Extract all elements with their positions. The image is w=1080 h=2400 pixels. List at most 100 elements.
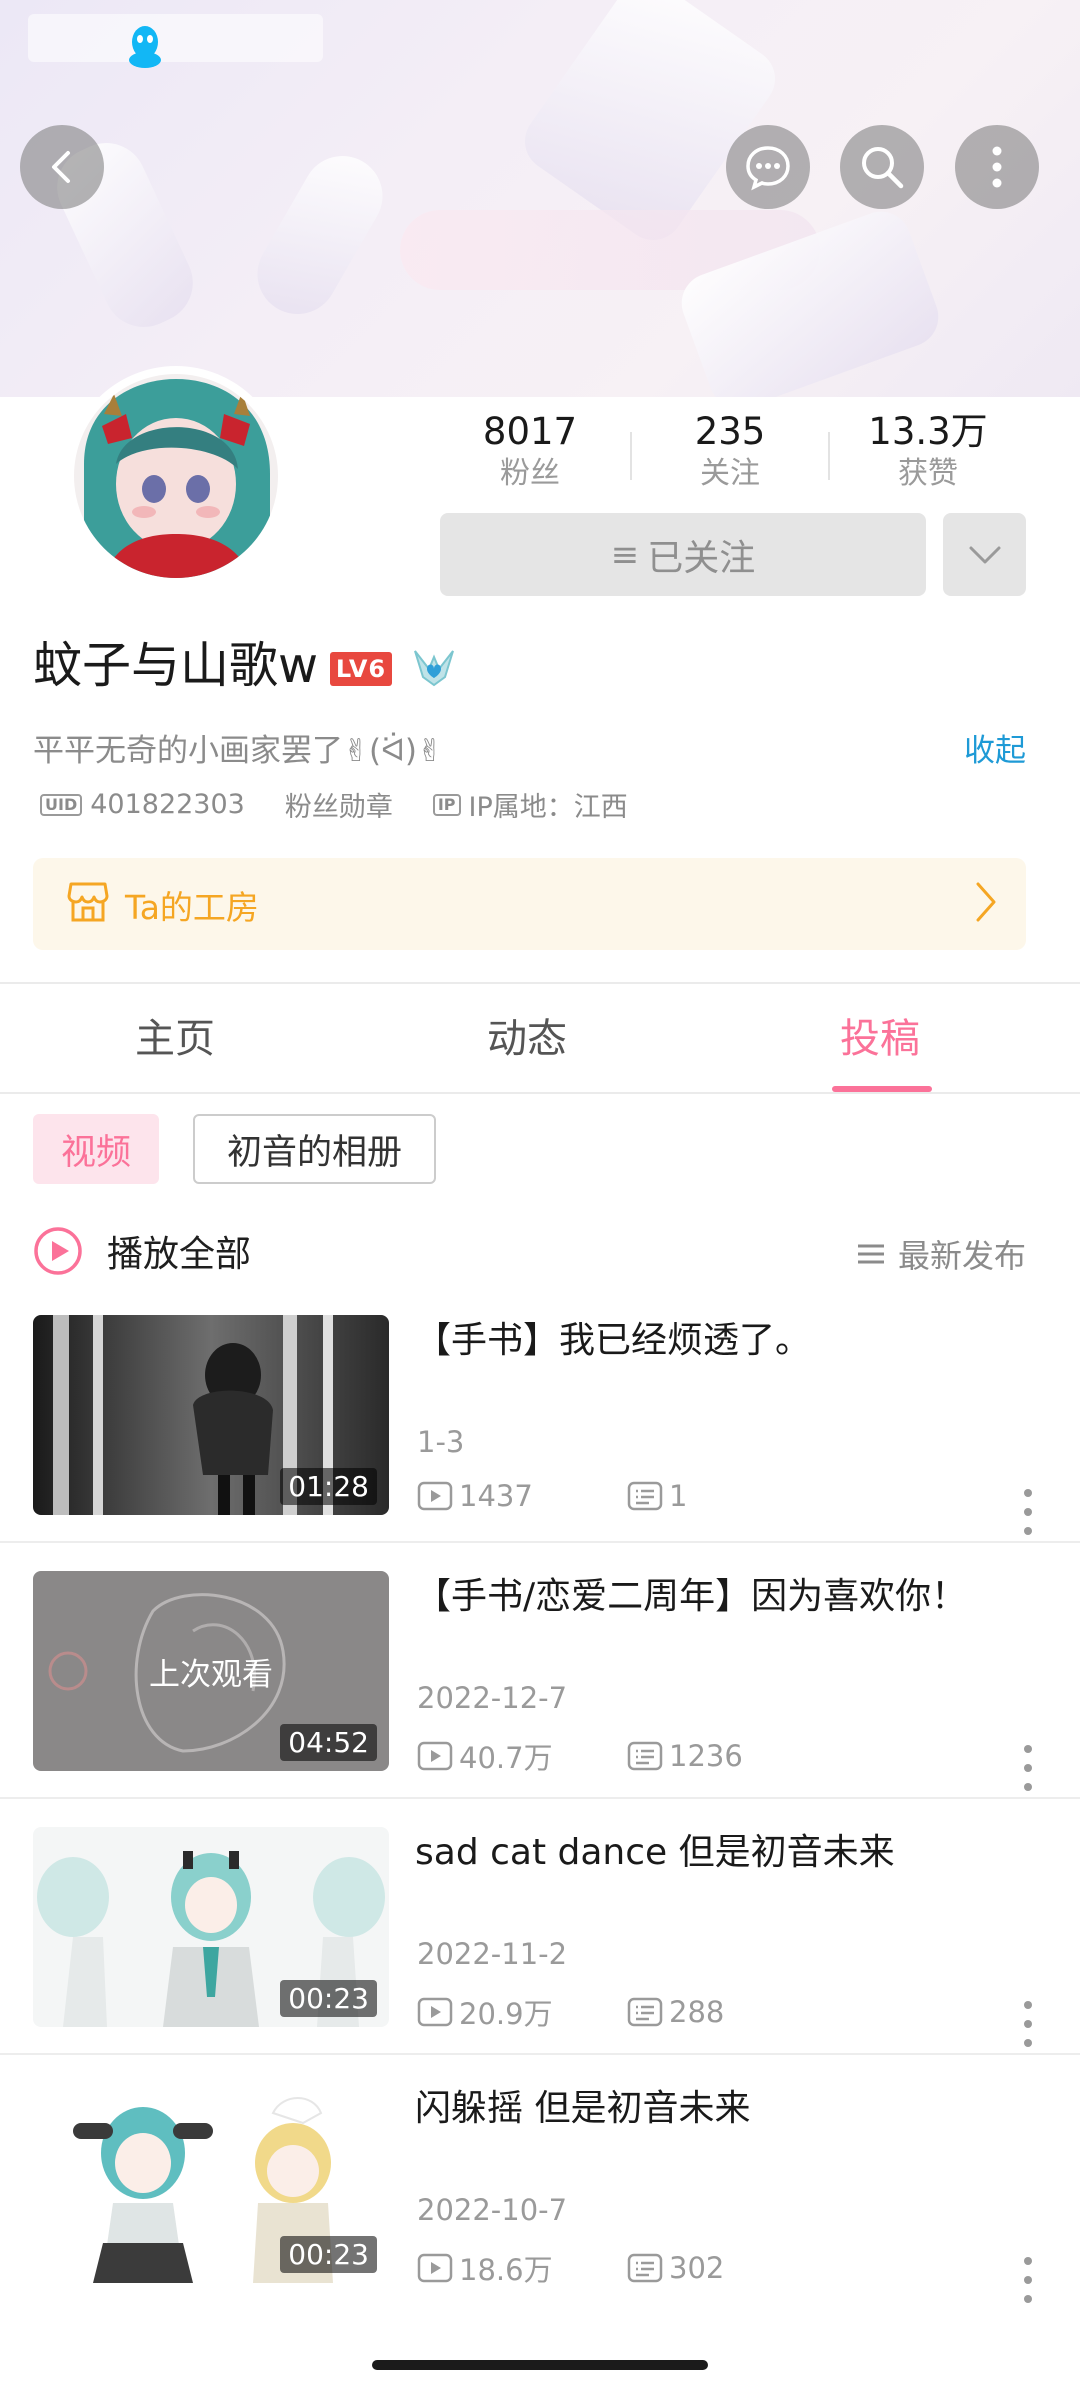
- stat-likes-label: 获赞: [898, 456, 958, 491]
- stat-fans[interactable]: 8017 粉丝: [440, 410, 620, 494]
- video-item[interactable]: 00:23 sad cat dance 但是初音未来 2022-11-2 20.…: [0, 1827, 1080, 2083]
- status-bar: [28, 14, 323, 62]
- danmaku-icon: [627, 2253, 663, 2283]
- filter-chip-album[interactable]: 初音的相册: [193, 1114, 436, 1184]
- workshop-entry[interactable]: Ta的工房: [33, 858, 1026, 950]
- ip-location: IP IP属地：江西: [432, 785, 628, 824]
- view-count: 1437: [417, 1479, 627, 1513]
- user-bio: 平平无奇的小画家罢了✌(ᐛ)✌: [33, 733, 443, 769]
- store-icon: [67, 882, 109, 922]
- view-count-value: 1437: [459, 1479, 533, 1513]
- stat-following-value: 235: [694, 410, 766, 453]
- level-badge: LV6: [330, 652, 392, 686]
- followed-label: 已关注: [647, 537, 756, 579]
- comment-count: 1: [627, 1479, 687, 1513]
- sort-button[interactable]: 最新发布: [856, 1231, 1026, 1277]
- video-date: 2022-10-7: [417, 2193, 568, 2227]
- comment-count-value: 302: [669, 2251, 725, 2285]
- danmaku-icon: [627, 1997, 663, 2027]
- chevron-down-icon: [969, 546, 1000, 563]
- section-divider: [0, 982, 1080, 984]
- video-title: sad cat dance 但是初音未来: [415, 1832, 895, 1873]
- item-divider: [0, 1541, 1080, 1543]
- message-button[interactable]: [726, 125, 810, 209]
- more-vertical-icon[interactable]: [1018, 2253, 1038, 2307]
- video-date: 2022-11-2: [417, 1937, 568, 1971]
- danmaku-icon: [627, 1481, 663, 1511]
- video-item[interactable]: 上次观看 04:52 【手书/恋爱二周年】因为喜欢你！ 2022-12-7 40…: [0, 1571, 1080, 1827]
- stat-fans-label: 粉丝: [500, 456, 560, 491]
- message-icon: [746, 146, 790, 191]
- more-vertical-icon[interactable]: [1018, 1741, 1038, 1795]
- ip-location-text: IP属地：江西: [468, 792, 628, 823]
- user-name: 蚊子与山歌w: [33, 637, 319, 694]
- view-count-value: 18.6万: [459, 2253, 553, 2287]
- search-icon: [862, 147, 904, 189]
- play-all-button[interactable]: 播放全部: [33, 1225, 251, 1277]
- follow-dropdown-button[interactable]: [943, 513, 1026, 596]
- comment-count: 302: [627, 2251, 724, 2285]
- stat-following-label: 关注: [700, 456, 760, 491]
- qq-notification-icon: [129, 26, 161, 68]
- comment-count-value: 1: [669, 1479, 688, 1513]
- video-thumbnail[interactable]: 上次观看 04:52: [33, 1571, 389, 1771]
- uid-item[interactable]: UID 401822303: [40, 789, 245, 820]
- video-duration: 00:23: [280, 1980, 377, 2017]
- play-count-icon: [417, 2253, 453, 2283]
- stat-likes[interactable]: 13.3万 获赞: [838, 410, 1018, 494]
- profile-meta: UID 401822303 粉丝勋章 IP IP属地：江西: [40, 785, 668, 824]
- play-circle-icon: [34, 1227, 82, 1275]
- stat-following[interactable]: 235 关注: [640, 410, 820, 494]
- tab-dynamic[interactable]: 动态: [487, 1006, 567, 1064]
- view-count-value: 20.9万: [459, 1997, 553, 2031]
- back-button[interactable]: [20, 125, 104, 209]
- play-all-label: 播放全部: [107, 1234, 252, 1275]
- sort-lines-icon: [857, 1244, 884, 1264]
- video-title: 闪躲摇 但是初音未来: [415, 2088, 751, 2129]
- danmaku-icon: [627, 1741, 663, 1771]
- video-item[interactable]: 00:23 闪躲摇 但是初音未来 2022-10-7 18.6万 302: [0, 2083, 1080, 2339]
- ip-tag: IP: [432, 793, 461, 816]
- workshop-label: Ta的工房: [125, 888, 259, 927]
- video-stats: 18.6万 302: [417, 2247, 724, 2289]
- comment-count: 1236: [627, 1739, 743, 1773]
- more-options-button[interactable]: [955, 125, 1039, 209]
- video-stats: 1437 1: [417, 1479, 687, 1513]
- more-vertical-icon[interactable]: [1018, 1485, 1038, 1539]
- menu-lines-icon: ≡: [610, 534, 640, 575]
- search-button[interactable]: [840, 125, 924, 209]
- video-duration: 04:52: [280, 1724, 377, 1761]
- chevron-right-icon: [976, 882, 996, 922]
- more-vertical-icon[interactable]: [1018, 1997, 1038, 2051]
- video-duration: 00:23: [280, 2236, 377, 2273]
- filter-chip-video[interactable]: 视频: [33, 1114, 159, 1184]
- video-item[interactable]: 01:28 【手书】我已经烦透了。 1-3 1437 1: [0, 1315, 1080, 1571]
- uid-tag: UID: [40, 793, 83, 816]
- sort-label: 最新发布: [897, 1237, 1026, 1275]
- followed-button[interactable]: ≡ 已关注: [440, 513, 926, 596]
- play-count-icon: [417, 1481, 453, 1511]
- collapse-link[interactable]: 收起: [964, 725, 1026, 770]
- video-stats: 20.9万 288: [417, 1991, 724, 2033]
- view-count-value: 40.7万: [459, 1741, 553, 1775]
- view-count: 20.9万: [417, 1991, 627, 2033]
- video-thumbnail[interactable]: 00:23: [33, 2083, 389, 2283]
- home-indicator[interactable]: [372, 2360, 708, 2370]
- comment-count: 288: [627, 1995, 724, 2029]
- tab-home[interactable]: 主页: [135, 1006, 215, 1064]
- item-divider: [0, 1797, 1080, 1799]
- back-arrow-icon: [52, 151, 70, 183]
- fan-medal-link[interactable]: 粉丝勋章: [285, 785, 393, 824]
- stat-divider: [630, 432, 632, 480]
- video-date: 2022-12-7: [417, 1681, 568, 1715]
- stat-likes-value: 13.3万: [868, 410, 988, 453]
- video-title: 【手书】我已经烦透了。: [415, 1320, 812, 1361]
- tab-uploads[interactable]: 投稿: [840, 1006, 920, 1064]
- tabs-divider: [0, 1092, 1080, 1094]
- avatar[interactable]: [74, 374, 278, 578]
- video-stats: 40.7万 1236: [417, 1735, 743, 1777]
- comment-count-value: 1236: [669, 1739, 743, 1773]
- video-thumbnail[interactable]: 01:28: [33, 1315, 389, 1515]
- video-thumbnail[interactable]: 00:23: [33, 1827, 389, 2027]
- more-vertical-icon: [992, 146, 1002, 188]
